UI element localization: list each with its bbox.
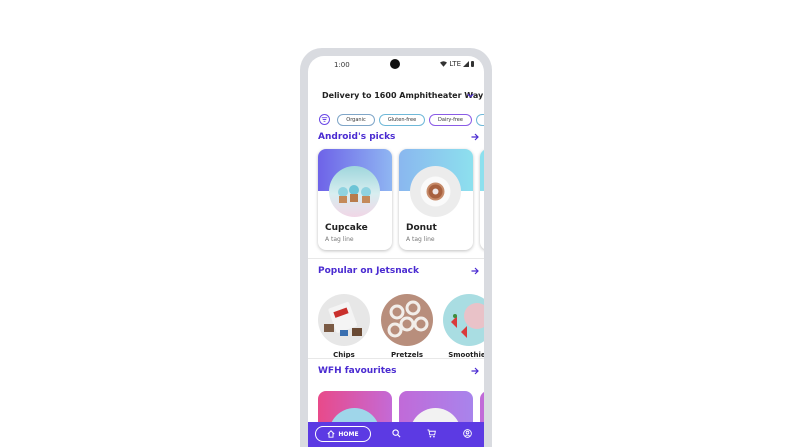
- section-divider: [308, 258, 484, 259]
- popular-item-smoothies[interactable]: Smoothies: [442, 294, 484, 359]
- search-icon[interactable]: [392, 429, 401, 438]
- network-label: LTE: [449, 60, 461, 68]
- section-title-picks: Android's picks: [318, 132, 396, 142]
- bottom-nav: HOME: [308, 422, 484, 447]
- section-divider: [308, 358, 484, 359]
- filter-chip-more[interactable]: [476, 114, 484, 126]
- card-title: Cupcake: [325, 223, 368, 233]
- status-time: 1:00: [334, 61, 350, 69]
- popular-item-pretzels[interactable]: Pretzels: [380, 294, 434, 359]
- app-screen: 1:00 LTE Delivery to 1600 Amphitheater W…: [308, 56, 484, 447]
- donut-image: [410, 166, 461, 217]
- signal-icon: [463, 61, 469, 67]
- section-title-wfh: WFH favourites: [318, 366, 397, 376]
- card-band: [480, 149, 484, 191]
- filter-chip-gluten-free[interactable]: Gluten-free: [379, 114, 425, 126]
- arrow-right-icon[interactable]: [471, 367, 479, 375]
- pick-card-donut[interactable]: Donut A tag line: [399, 149, 473, 250]
- nav-home-button[interactable]: HOME: [315, 426, 371, 442]
- arrow-right-icon[interactable]: [471, 133, 479, 141]
- cart-icon[interactable]: [427, 429, 436, 438]
- cupcake-image: [329, 166, 380, 217]
- status-bar: 1:00 LTE: [308, 56, 484, 74]
- section-title-popular: Popular on Jetsnack: [318, 266, 419, 276]
- phone-frame: 1:00 LTE Delivery to 1600 Amphitheater W…: [300, 48, 492, 447]
- nav-home-label: HOME: [338, 430, 359, 438]
- pick-card-cupcake[interactable]: Cupcake A tag line: [318, 149, 392, 250]
- chevron-down-icon: [467, 93, 474, 98]
- filter-chip-dairy-free[interactable]: Dairy-free: [429, 114, 472, 126]
- wifi-icon: [440, 61, 448, 67]
- delivery-address-selector[interactable]: Delivery to 1600 Amphitheater Way: [308, 86, 484, 106]
- arrow-right-icon[interactable]: [471, 267, 479, 275]
- pick-card-peek[interactable]: [480, 149, 484, 250]
- card-tagline: A tag line: [406, 236, 435, 243]
- filter-icon[interactable]: [319, 114, 330, 125]
- card-title: Donut: [406, 223, 437, 233]
- camera-cutout: [390, 59, 400, 69]
- home-icon: [327, 430, 335, 438]
- smoothies-image: [443, 294, 484, 346]
- profile-icon[interactable]: [463, 429, 472, 438]
- chips-image: [318, 294, 370, 346]
- status-icons: LTE: [440, 60, 474, 68]
- battery-icon: [471, 61, 474, 67]
- delivery-address-label: Delivery to 1600 Amphitheater Way: [322, 91, 484, 100]
- filter-chip-organic[interactable]: Organic: [337, 114, 375, 126]
- popular-item-chips[interactable]: Chips: [317, 294, 371, 359]
- card-tagline: A tag line: [325, 236, 354, 243]
- pretzels-image: [381, 294, 433, 346]
- filter-bar: Organic Gluten-free Dairy-free: [308, 113, 484, 127]
